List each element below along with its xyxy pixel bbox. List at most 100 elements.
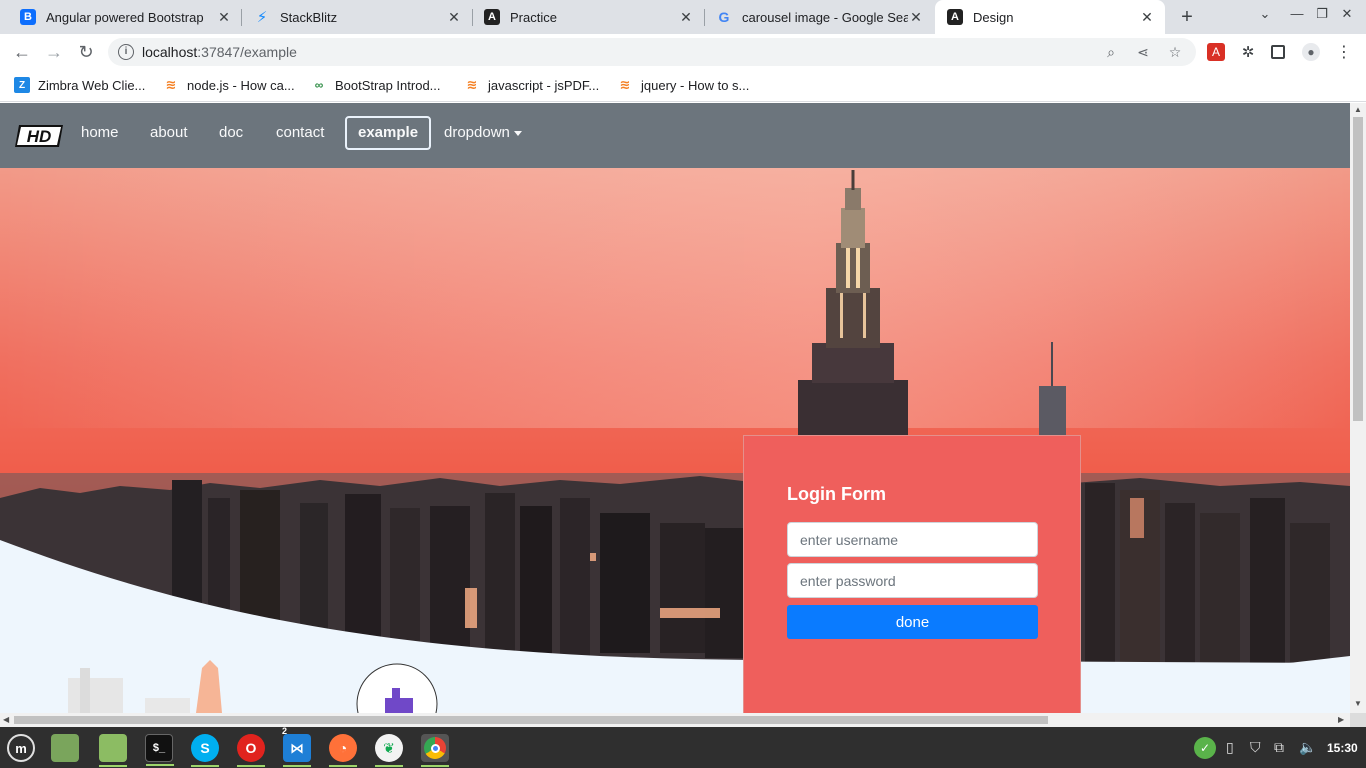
clipboard-icon[interactable]: ▯ <box>1226 739 1234 756</box>
scrollbar-corner <box>1350 713 1366 727</box>
tab-google-search[interactable]: G carousel image - Google Sea ✕ <box>704 0 934 34</box>
new-tab-button[interactable]: + <box>1176 4 1198 30</box>
tab-stackblitz[interactable]: ⚡ StackBlitz ✕ <box>242 0 472 34</box>
profile-avatar-icon[interactable]: ● <box>1302 43 1320 61</box>
close-icon[interactable]: ✕ <box>908 9 924 26</box>
angular-devtools-icon[interactable]: A <box>1207 43 1225 61</box>
stackoverflow-icon: ≋ <box>619 77 631 92</box>
mongodb-compass-icon[interactable]: ❦ <box>375 734 403 767</box>
close-window-button[interactable]: ✕ <box>1337 6 1357 22</box>
close-icon[interactable]: ✕ <box>1139 9 1155 26</box>
zimbra-icon: Z <box>14 77 30 93</box>
angular-icon: A <box>947 9 963 25</box>
tab-design[interactable]: A Design ✕ <box>935 0 1165 34</box>
google-icon: G <box>718 9 730 25</box>
address-bar[interactable]: i localhost:37847/example ⌕ ⋖ ☆ <box>108 38 1196 66</box>
terminal-icon[interactable]: $_ <box>145 734 174 766</box>
site-info-icon[interactable]: i <box>118 44 134 60</box>
close-icon[interactable]: ✕ <box>446 9 462 26</box>
close-icon[interactable]: ✕ <box>678 9 694 26</box>
done-button[interactable]: done <box>787 605 1038 639</box>
bookmark-label: node.js - How ca... <box>187 77 295 93</box>
update-manager-icon[interactable]: ✓ <box>1194 737 1216 759</box>
bookmark-label: javascript - jsPDF... <box>488 77 600 93</box>
side-panel-icon[interactable] <box>1271 45 1285 59</box>
browser-toolbar: ← → ↻ i localhost:37847/example ⌕ ⋖ ☆ A … <box>0 34 1366 70</box>
username-input[interactable] <box>787 522 1038 557</box>
bookmark-jspdf[interactable]: ≋ javascript - jsPDF... <box>464 77 600 93</box>
nav-link-contact[interactable]: contact <box>276 124 324 141</box>
window-count-badge: 2 <box>282 726 288 736</box>
password-input[interactable] <box>787 563 1038 598</box>
maximize-button[interactable]: ❐ <box>1312 6 1332 22</box>
tab-practice[interactable]: A Practice ✕ <box>472 0 704 34</box>
scroll-right-icon[interactable]: ▶ <box>1338 715 1344 724</box>
horizontal-scrollbar[interactable]: ◀ ▶ <box>0 713 1350 727</box>
angular-icon: A <box>484 9 500 25</box>
nav-link-doc[interactable]: doc <box>219 124 243 141</box>
menu-icon[interactable]: ⋮ <box>1335 43 1353 61</box>
page-viewport: HD home about doc contact example dropdo… <box>0 103 1350 713</box>
bootstrap-icon: B <box>20 9 36 25</box>
url-host: localhost <box>142 44 198 60</box>
bookmark-jquery[interactable]: ≋ jquery - How to s... <box>617 77 750 93</box>
vscode-icon[interactable]: ⋈ 2 <box>282 726 311 767</box>
scroll-left-icon[interactable]: ◀ <box>3 715 9 724</box>
volume-icon[interactable]: 🔈 <box>1299 739 1316 756</box>
url-text[interactable]: localhost:37847/example <box>142 44 297 60</box>
vertical-scrollbar[interactable]: ▲ ▼ <box>1350 103 1366 713</box>
forward-button[interactable]: → <box>42 40 66 64</box>
tab-search-icon[interactable]: ⌄ <box>1255 6 1275 22</box>
os-taskbar: m $_ S O ⋈ 2 ◔ ❦ ✓ ▯ ⛉ ⧉ 🔈 15:30 <box>0 726 1366 768</box>
login-form-card: Login Form done <box>743 435 1081 713</box>
stackblitz-icon: ⚡ <box>256 9 268 26</box>
minimize-button[interactable]: — <box>1287 6 1307 21</box>
bookmark-bootstrap-intro[interactable]: ∞ BootStrap Introd... <box>311 77 441 93</box>
geeksforgeeks-icon: ∞ <box>314 78 324 92</box>
hero-banner <box>0 168 1350 713</box>
tab-title: Design <box>973 9 1014 25</box>
back-button[interactable]: ← <box>10 40 34 64</box>
firefox-icon[interactable]: ◔ <box>329 734 357 767</box>
scroll-down-icon[interactable]: ▼ <box>1354 699 1362 708</box>
skype-icon[interactable]: S <box>191 734 219 767</box>
tab-strip: B Angular powered Bootstrap ✕ ⚡ StackBli… <box>0 0 1366 34</box>
network-icon[interactable]: ⧉ <box>1274 739 1284 756</box>
tab-angular-bootstrap[interactable]: B Angular powered Bootstrap ✕ <box>8 0 242 34</box>
stackoverflow-icon: ≋ <box>466 77 478 92</box>
horizontal-scroll-thumb[interactable] <box>14 716 1048 724</box>
file-manager-icon[interactable] <box>99 734 127 767</box>
caret-down-icon <box>513 130 522 136</box>
nav-link-home[interactable]: home <box>81 124 119 141</box>
scroll-up-icon[interactable]: ▲ <box>1354 105 1362 114</box>
tab-title: Angular powered Bootstrap <box>46 9 204 25</box>
vertical-scroll-thumb[interactable] <box>1353 117 1363 421</box>
close-icon[interactable]: ✕ <box>216 9 232 26</box>
login-form-title: Login Form <box>787 484 886 504</box>
bookmark-star-icon[interactable]: ☆ <box>1166 44 1184 61</box>
bookmark-nodejs[interactable]: ≋ node.js - How ca... <box>163 77 295 93</box>
bookmark-zimbra[interactable]: Z Zimbra Web Clie... <box>14 77 145 93</box>
nav-link-about[interactable]: about <box>150 124 188 141</box>
clock[interactable]: 15:30 <box>1327 741 1358 755</box>
stackoverflow-icon: ≋ <box>165 77 177 92</box>
bookmarks-bar: Z Zimbra Web Clie... ≋ node.js - How ca.… <box>0 70 1366 102</box>
brand-logo[interactable]: HD <box>15 124 63 148</box>
mint-menu-icon[interactable]: m <box>7 734 35 762</box>
nav-dropdown-label: dropdown <box>444 124 510 141</box>
city-skyline-image <box>0 168 1350 713</box>
url-path: :37847/example <box>197 44 297 60</box>
shield-icon[interactable]: ⛉ <box>1250 739 1261 756</box>
nav-dropdown[interactable]: dropdown <box>444 124 522 141</box>
site-navbar: HD home about doc contact example dropdo… <box>0 103 1350 168</box>
files-icon[interactable] <box>51 734 79 762</box>
zoom-icon[interactable]: ⌕ <box>1102 44 1120 61</box>
tab-title: carousel image - Google Sea <box>742 9 908 25</box>
share-icon[interactable]: ⋖ <box>1134 44 1152 61</box>
opera-icon[interactable]: O <box>237 734 265 767</box>
reload-button[interactable]: ↻ <box>74 40 98 64</box>
bookmark-label: jquery - How to s... <box>641 77 750 93</box>
chrome-icon[interactable] <box>421 734 449 767</box>
nav-link-example[interactable]: example <box>345 116 432 150</box>
extensions-icon[interactable]: ✲ <box>1239 43 1257 61</box>
